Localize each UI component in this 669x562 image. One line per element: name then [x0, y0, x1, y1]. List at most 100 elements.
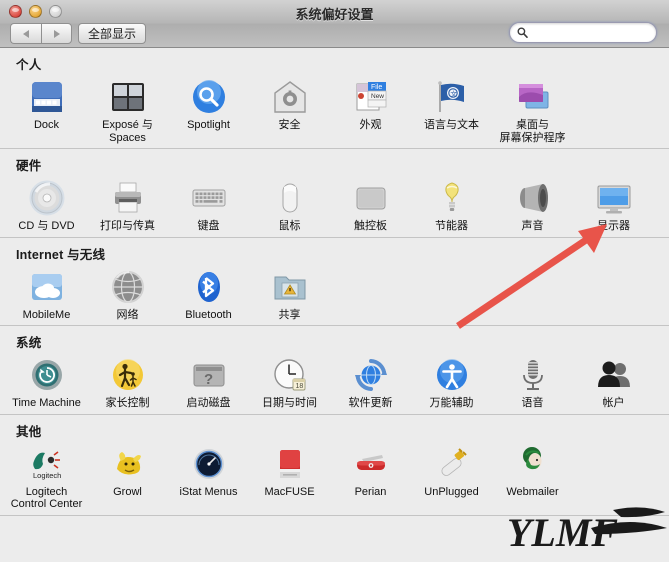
pref-item-security[interactable]: 安全 [249, 75, 330, 148]
pref-item-label: 显示器 [597, 220, 630, 232]
pref-item-trackpad[interactable]: 触控板 [330, 176, 411, 237]
webmailer-icon [513, 444, 553, 484]
search-field[interactable] [509, 22, 657, 43]
pref-item-label: 日期与时间 [262, 397, 317, 409]
pref-item-software-update[interactable]: 软件更新 [330, 353, 411, 414]
pref-item-label: 键盘 [197, 220, 220, 232]
pref-item-speech[interactable]: 语音 [492, 353, 573, 414]
istat-menus-icon [189, 444, 229, 484]
pref-item-keyboard[interactable]: 键盘 [168, 176, 249, 237]
pref-item-label: 共享 [278, 308, 301, 321]
pref-item-logitech-control-center[interactable]: Logitech Logitech Control Center [6, 442, 87, 515]
macfuse-icon [270, 444, 310, 484]
mobileme-icon [27, 267, 67, 307]
pref-item-label: 外观 [359, 119, 382, 131]
displays-icon [594, 178, 634, 218]
speech-icon [513, 355, 553, 395]
svg-text:?: ? [204, 371, 213, 388]
section-hardware: 硬件 CD 与 DVD 打印与传真 键盘 鼠标 触控板 节能器 声音 显示器 [0, 149, 669, 238]
forward-button[interactable] [41, 23, 72, 44]
pref-item-spotlight[interactable]: Spotlight [168, 75, 249, 148]
toolbar: 全部显示 [0, 22, 669, 48]
energy-saver-icon [432, 178, 472, 218]
section-personal: 个人 Dock Exposé 与 Spaces Spotlight 安全 Fil… [0, 48, 669, 149]
pref-item-macfuse[interactable]: MacFUSE [249, 442, 330, 515]
pref-item-network[interactable]: 网络 [87, 265, 168, 326]
pref-item-label: 万能辅助 [429, 397, 474, 409]
back-button[interactable] [10, 23, 41, 44]
search-icon [517, 27, 528, 38]
software-update-icon [351, 355, 391, 395]
unplugged-icon [432, 444, 472, 484]
pref-item-desktop-screensaver[interactable]: 桌面与 屏幕保护程序 [492, 75, 573, 148]
window-title: 系统偏好设置 [295, 7, 374, 22]
pref-item-cd-dvd[interactable]: CD 与 DVD [6, 176, 87, 237]
pref-item-label: 家长控制 [105, 397, 150, 409]
pref-item-label: Time Machine [12, 397, 81, 409]
pref-item-time-machine[interactable]: Time Machine [6, 353, 87, 414]
pref-item-universal-access[interactable]: 万能辅助 [411, 353, 492, 414]
section-title: 系统 [16, 336, 42, 350]
pref-item-label: 语音 [521, 397, 544, 409]
cd-dvd-icon [27, 178, 67, 218]
growl-icon [108, 444, 148, 484]
system-preferences-window: 系统偏好设置 全部显示 个人 Dock Exposé 与 Spaces Spot… [0, 0, 669, 562]
window-titlebar: 系统偏好设置 全部显示 [0, 0, 669, 48]
pref-item-mobileme[interactable]: MobileMe [6, 265, 87, 326]
pref-item-date-time[interactable]: 18 日期与时间 [249, 353, 330, 414]
accounts-icon [594, 355, 634, 395]
pref-item-label: Perian [354, 485, 387, 498]
pref-item-displays[interactable]: 显示器 [573, 176, 654, 237]
date-time-icon: 18 [270, 355, 310, 395]
sharing-icon [270, 267, 310, 307]
pref-item-startup-disk[interactable]: ? 启动磁盘 [168, 353, 249, 414]
pref-item-print-fax[interactable]: 打印与传真 [87, 176, 168, 237]
network-icon [108, 267, 148, 307]
mouse-icon [270, 178, 310, 218]
time-machine-icon [27, 355, 67, 395]
pref-item-label: Growl [113, 485, 142, 498]
calendar-day-badge: 18 [295, 383, 303, 390]
pref-item-parental-controls[interactable]: 家长控制 [87, 353, 168, 414]
pref-item-bluetooth[interactable]: Bluetooth [168, 265, 249, 326]
section-title: Internet 与无线 [16, 247, 106, 262]
show-all-button[interactable]: 全部显示 [78, 23, 147, 44]
pref-item-appearance[interactable]: File New 外观 [330, 75, 411, 148]
section-grid: Dock Exposé 与 Spaces Spotlight 安全 File N… [0, 75, 669, 148]
bluetooth-icon [189, 267, 229, 307]
pref-item-dock[interactable]: Dock [6, 75, 87, 148]
security-icon [270, 77, 310, 117]
parental-controls-icon [108, 355, 148, 395]
pref-item-label: 打印与传真 [100, 220, 155, 232]
pref-item-label: 节能器 [435, 220, 468, 232]
pref-item-istat-menus[interactable]: iStat Menus [168, 442, 249, 515]
pref-item-label: UnPlugged [424, 485, 479, 498]
pref-item-label: 安全 [278, 119, 301, 131]
pref-item-label: 桌面与 屏幕保护程序 [499, 119, 566, 144]
pref-item-sharing[interactable]: 共享 [249, 265, 330, 326]
pref-item-mouse[interactable]: 鼠标 [249, 176, 330, 237]
print-fax-icon [108, 178, 148, 218]
pref-item-language-text[interactable]: 文 语言与文本 [411, 75, 492, 148]
search-input[interactable] [532, 26, 642, 39]
pref-item-unplugged[interactable]: UnPlugged [411, 442, 492, 515]
pref-item-energy-saver[interactable]: 节能器 [411, 176, 492, 237]
pref-item-label: 鼠标 [278, 220, 301, 232]
pref-item-sound[interactable]: 声音 [492, 176, 573, 237]
logitech-control-center-icon: Logitech [27, 444, 67, 484]
pref-item-label: Webmailer [506, 485, 559, 498]
universal-access-icon [432, 355, 472, 395]
pref-item-expose-spaces[interactable]: Exposé 与 Spaces [87, 75, 168, 148]
startup-disk-icon: ? [189, 355, 229, 395]
pref-item-label: Logitech Control Center [10, 485, 83, 511]
pref-item-webmailer[interactable]: Webmailer [492, 442, 573, 515]
section-system: 系统 Time Machine 家长控制 ? 启动磁盘 18 日期与时间 软件更… [0, 326, 669, 415]
desktop-screensaver-icon [513, 77, 553, 117]
pref-item-label: 语言与文本 [424, 119, 479, 131]
pref-item-accounts[interactable]: 帐户 [573, 353, 654, 414]
pref-item-perian[interactable]: Perian [330, 442, 411, 515]
section-internet-wireless: Internet 与无线 MobileMe 网络 Bluetooth 共享 [0, 238, 669, 326]
watermark-text: YLMF [507, 510, 618, 555]
pref-item-growl[interactable]: Growl [87, 442, 168, 515]
pref-item-label: MobileMe [22, 308, 71, 321]
